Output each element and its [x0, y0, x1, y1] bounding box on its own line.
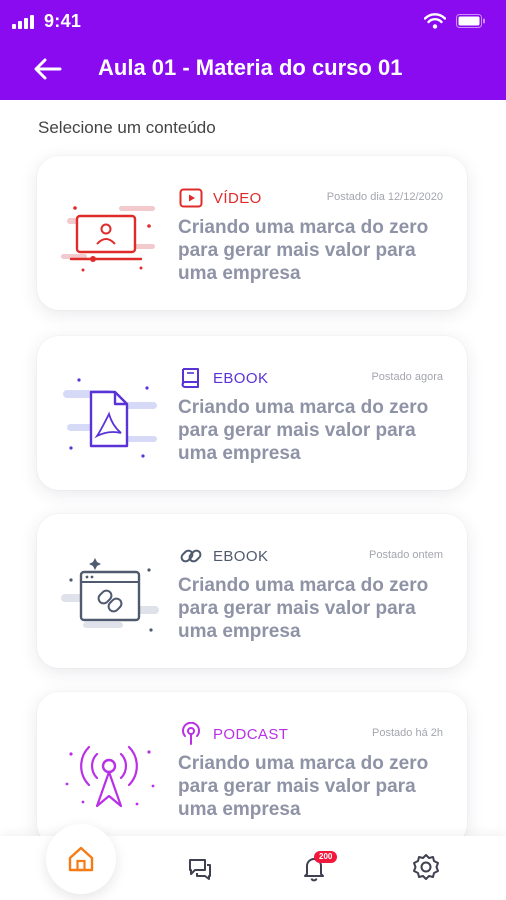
content-card-link[interactable]: EBOOK Postado ontem Criando uma marca do… — [37, 514, 467, 668]
card-date: Postado há 2h — [372, 727, 443, 739]
card-type-label: PODCAST — [213, 725, 289, 743]
card-type-label: EBOOK — [213, 547, 269, 565]
arrow-left-icon — [34, 58, 62, 80]
link-illustration — [61, 558, 159, 632]
card-type-label: EBOOK — [213, 369, 269, 387]
home-icon — [68, 846, 94, 872]
card-type: EBOOK — [179, 544, 268, 568]
nav-bar: Aula 01 - Materia do curso 01 — [0, 44, 506, 94]
card-date: Postado agora — [371, 371, 443, 383]
card-date: Postado ontem — [369, 549, 443, 561]
content-card-video[interactable]: VÍDEO Postado dia 12/12/2020 Criando uma… — [37, 156, 467, 310]
bottom-navigation: 200 — [0, 824, 506, 900]
card-title: Criando uma marca do zero para gerar mai… — [178, 397, 429, 464]
card-title: Criando uma marca do zero para gerar mai… — [178, 753, 429, 820]
gear-icon — [413, 854, 439, 880]
notification-badge: 200 — [314, 851, 338, 863]
nav-home-button[interactable] — [46, 824, 116, 894]
video-illustration — [61, 206, 155, 272]
card-type-label: VÍDEO — [213, 189, 262, 207]
content-card-podcast[interactable]: PODCAST Postado há 2h Criando uma marca … — [37, 692, 467, 846]
status-time: 9:41 — [44, 11, 82, 31]
nav-settings-button[interactable] — [408, 850, 444, 886]
pdf-illustration — [63, 378, 157, 458]
chat-icon — [189, 859, 211, 880]
status-bar: 9:41 — [0, 0, 506, 44]
page-title: Aula 01 - Materia do curso 01 — [98, 55, 403, 80]
book-icon — [181, 368, 199, 388]
card-type: PODCAST — [179, 722, 288, 746]
link-icon — [180, 549, 202, 563]
battery-icon — [456, 14, 485, 28]
nav-notifications-button[interactable]: 200 — [296, 850, 338, 886]
content-card-ebook[interactable]: EBOOK Postado agora Criando uma marca do… — [37, 336, 467, 490]
back-button[interactable] — [30, 52, 66, 86]
podcast-illustration — [65, 745, 155, 808]
card-type: VÍDEO — [179, 186, 262, 210]
card-title: Criando uma marca do zero para gerar mai… — [178, 217, 429, 284]
nav-chat-button[interactable] — [182, 850, 218, 886]
card-title: Criando uma marca do zero para gerar mai… — [178, 575, 429, 642]
wifi-icon — [424, 13, 446, 29]
app-header: 9:41 Aula 01 - Materia do curso 01 — [0, 0, 506, 100]
card-date: Postado dia 12/12/2020 — [326, 191, 443, 203]
podcast-icon — [182, 722, 200, 745]
section-subtitle: Selecione um conteúdo — [38, 118, 216, 137]
play-video-icon — [179, 188, 203, 208]
card-type: EBOOK — [179, 366, 268, 390]
signal-icon — [12, 15, 34, 29]
